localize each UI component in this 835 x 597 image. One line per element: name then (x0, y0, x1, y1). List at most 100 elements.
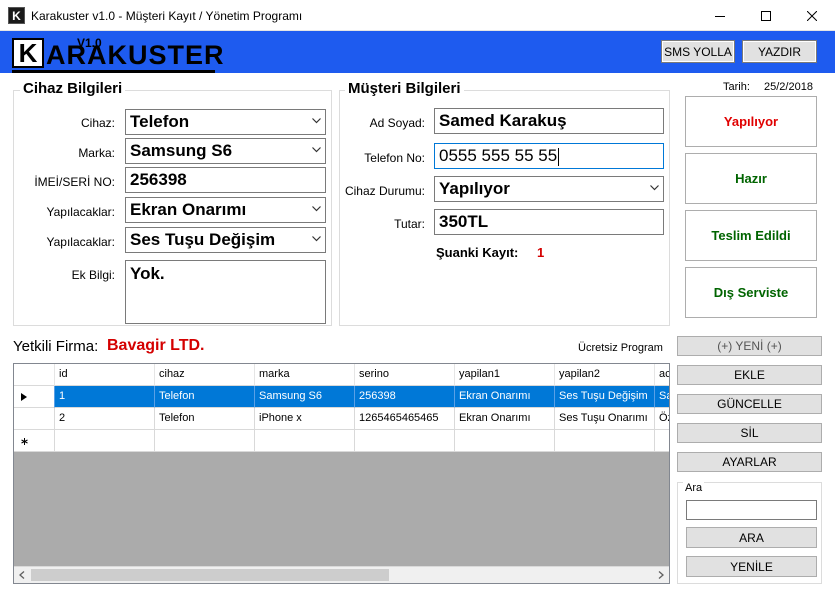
yapilacak2-select[interactable]: Ses Tuşu Değişim (125, 227, 326, 253)
table-cell[interactable] (455, 430, 555, 452)
customer-group-title: Müşteri Bilgileri (345, 80, 464, 97)
table-cell[interactable] (55, 430, 155, 452)
horizontal-scrollbar[interactable] (14, 566, 669, 583)
yapilacak1-label: Yapılacaklar: (46, 205, 115, 219)
row-header[interactable] (14, 408, 55, 430)
column-header[interactable]: yapilan2 (555, 364, 655, 386)
table-cell[interactable]: Samsung S6 (255, 386, 355, 408)
yapilacak1-value: Ekran Onarımı (130, 200, 247, 219)
table-cell[interactable]: 1 (55, 386, 155, 408)
table-cell[interactable] (255, 430, 355, 452)
table-cell[interactable] (655, 430, 669, 452)
close-button[interactable] (789, 0, 835, 31)
free-program-label: Ücretsiz Program (578, 342, 663, 354)
table-cell[interactable]: 2 (55, 408, 155, 430)
marka-label: Marka: (78, 146, 115, 160)
chevron-down-icon (312, 147, 321, 153)
table-cell[interactable]: Öz (655, 408, 669, 430)
scroll-thumb[interactable] (31, 569, 389, 581)
table-cell[interactable]: Ekran Onarımı (455, 408, 555, 430)
tutar-input[interactable]: 350TL (434, 209, 664, 235)
refresh-button[interactable]: YENİLE (686, 556, 817, 577)
print-button[interactable]: YAZDIR (742, 40, 817, 63)
table-cell[interactable] (355, 430, 455, 452)
window-title: Karakuster v1.0 - Müşteri Kayıt / Yöneti… (31, 9, 303, 23)
table-cell[interactable] (555, 430, 655, 452)
maximize-icon (761, 10, 771, 21)
table-cell[interactable]: Sa (655, 386, 669, 408)
logo-version: V1.0 (77, 36, 102, 50)
imei-label: İMEİ/SERİ NO: (34, 175, 115, 189)
adsoyad-input[interactable]: Samed Karakuş (434, 108, 664, 134)
status-yapiliyor-button[interactable]: Yapılıyor (685, 96, 817, 147)
column-header[interactable]: id (55, 364, 155, 386)
ekbilgi-textarea[interactable]: Yok. (125, 260, 326, 324)
column-header[interactable]: ac (655, 364, 669, 386)
date-value: 25/2/2018 (764, 81, 813, 93)
sms-button[interactable]: SMS YOLLA (661, 40, 735, 63)
firma-value: Bavagir LTD. (107, 337, 205, 354)
new-row[interactable] (14, 430, 669, 452)
table-cell[interactable] (155, 430, 255, 452)
imei-input[interactable]: 256398 (125, 167, 326, 193)
maximize-button[interactable] (743, 0, 789, 31)
table-cell[interactable]: 1265465465465 (355, 408, 455, 430)
marka-select[interactable]: Samsung S6 (125, 138, 326, 164)
column-header[interactable]: serino (355, 364, 455, 386)
adsoyad-label: Ad Soyad: (369, 116, 425, 130)
minimize-button[interactable] (697, 0, 743, 31)
column-header[interactable]: yapilan1 (455, 364, 555, 386)
logo-name: ARAKUSTER (46, 40, 225, 70)
column-header[interactable]: cihaz (155, 364, 255, 386)
durum-value: Yapılıyor (439, 179, 510, 198)
telefon-value: 0555 555 55 55 (439, 146, 558, 165)
current-row-icon (21, 393, 27, 401)
close-icon (807, 10, 817, 21)
table-cell[interactable]: 256398 (355, 386, 455, 408)
grid-header-row: id cihaz marka serino yapilan1 yapilan2 … (14, 364, 669, 386)
table-cell[interactable]: Ses Tuşu Değişim (555, 386, 655, 408)
row-header[interactable] (14, 430, 55, 452)
durum-select[interactable]: Yapılıyor (434, 176, 664, 202)
table-row[interactable]: 2 Telefon iPhone x 1265465465465 Ekran O… (14, 408, 669, 430)
status-hazir-button[interactable]: Hazır (685, 153, 817, 204)
device-group-title: Cihaz Bilgileri (20, 80, 126, 97)
table-cell[interactable]: Telefon (155, 386, 255, 408)
tutar-label: Tutar: (394, 217, 425, 231)
ekbilgi-label: Ek Bilgi: (71, 268, 115, 282)
yapilacak1-select[interactable]: Ekran Onarımı (125, 197, 326, 223)
status-teslim-button[interactable]: Teslim Edildi (685, 210, 817, 261)
firma-label: Yetkili Firma: (13, 338, 99, 355)
row-header[interactable] (14, 386, 55, 408)
minimize-icon (715, 15, 725, 17)
update-button[interactable]: GÜNCELLE (677, 394, 822, 414)
chevron-down-icon (312, 206, 321, 212)
kayit-value: 1 (537, 245, 545, 260)
search-button[interactable]: ARA (686, 527, 817, 548)
table-cell[interactable]: Telefon (155, 408, 255, 430)
search-group-title: Ara (683, 482, 705, 494)
scroll-left-icon[interactable] (18, 571, 26, 579)
logo-mark: K (12, 38, 44, 68)
telefon-input[interactable]: 0555 555 55 55 (434, 143, 664, 169)
table-cell[interactable]: iPhone x (255, 408, 355, 430)
scroll-right-icon[interactable] (657, 571, 665, 579)
chevron-down-icon (312, 118, 321, 124)
status-dis-servis-button[interactable]: Dış Serviste (685, 267, 817, 318)
app-icon: K (8, 7, 25, 24)
new-button[interactable]: (+) YENİ (+) (677, 336, 822, 356)
yapilacak2-label: Yapılacaklar: (46, 235, 115, 249)
table-cell[interactable]: Ses Tuşu Onarımı (555, 408, 655, 430)
records-grid[interactable]: id cihaz marka serino yapilan1 yapilan2 … (13, 363, 670, 584)
yapilacak2-value: Ses Tuşu Değişim (130, 230, 276, 249)
cihaz-select[interactable]: Telefon (125, 109, 326, 135)
delete-button[interactable]: SİL (677, 423, 822, 443)
search-input[interactable] (686, 500, 817, 520)
cihaz-label: Cihaz: (80, 116, 115, 130)
add-button[interactable]: EKLE (677, 365, 822, 385)
table-row[interactable]: 1 Telefon Samsung S6 256398 Ekran Onarım… (14, 386, 669, 408)
settings-button[interactable]: AYARLAR (677, 452, 822, 472)
logo-underline (12, 70, 215, 73)
column-header[interactable]: marka (255, 364, 355, 386)
table-cell[interactable]: Ekran Onarımı (455, 386, 555, 408)
